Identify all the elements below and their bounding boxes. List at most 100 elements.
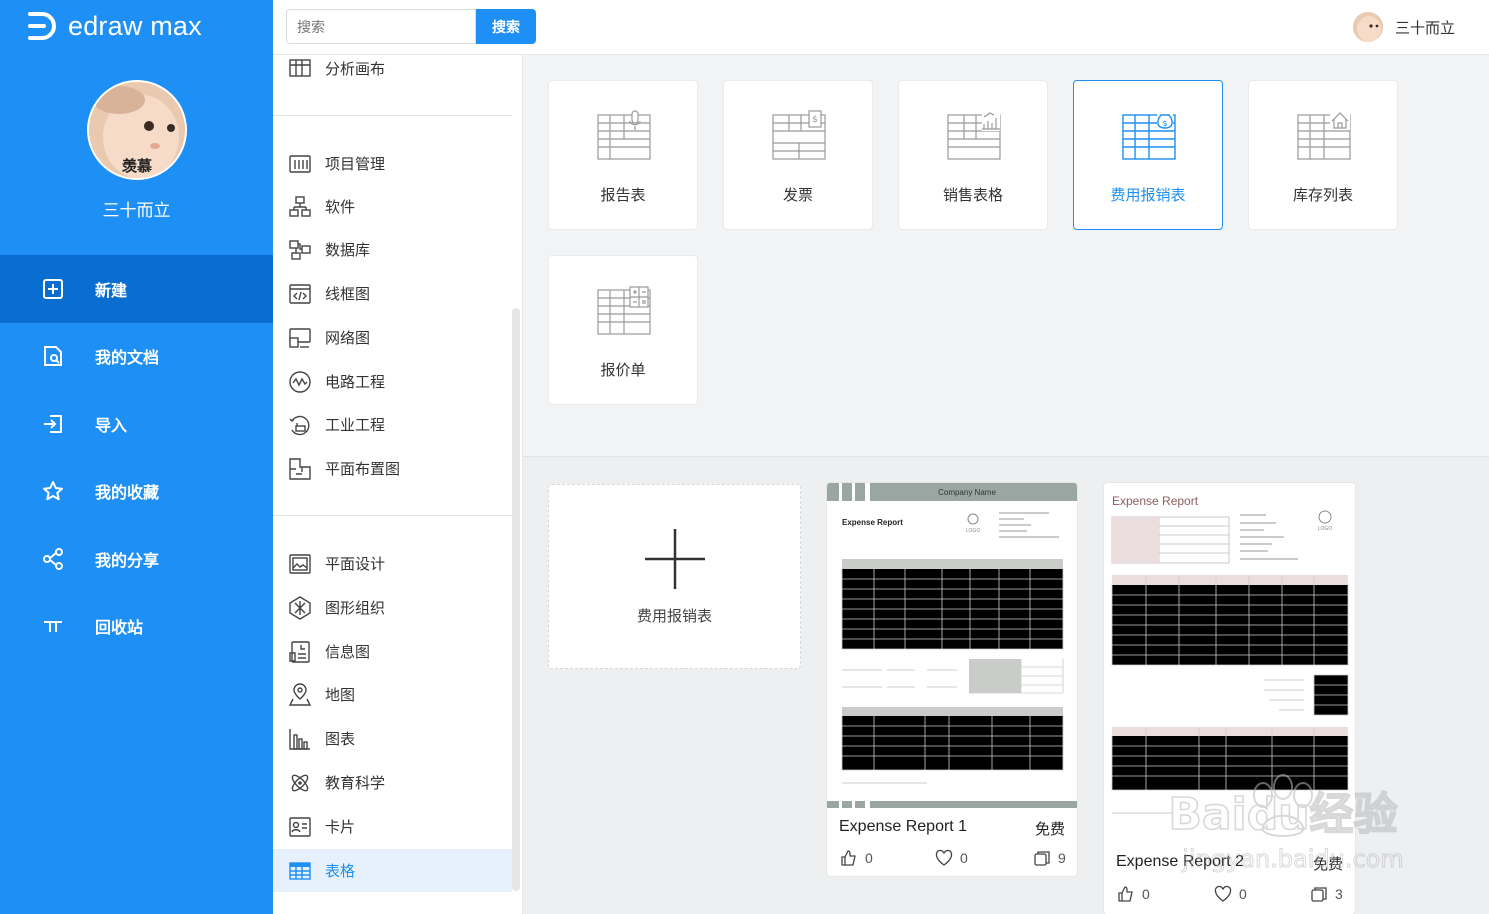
document-card-expense-report-1[interactable]: Company Name Expense Report LOGO Expense… <box>826 482 1078 877</box>
favorite-count[interactable]: 0 <box>1214 885 1247 903</box>
like-count[interactable]: 0 <box>1117 885 1150 903</box>
category-item-project[interactable]: 项目管理 <box>273 142 512 185</box>
template-card-report[interactable]: 报告表 <box>548 80 698 230</box>
category-item-network[interactable]: 网络图 <box>273 316 512 359</box>
avatar-caption: 羡慕 <box>121 157 152 175</box>
sidebar-username: 三十而立 <box>102 201 171 221</box>
category-item-table[interactable]: 表格 <box>273 849 512 892</box>
category-item-map[interactable]: 地图 <box>273 673 512 716</box>
category-scrollbar[interactable] <box>512 308 520 891</box>
category-panel: 分析画布 项目管理 软件 数据库 线框图 网络图 电路工程 工业工程 平面布置图… <box>273 55 523 914</box>
template-label: 报告表 <box>600 186 646 204</box>
map-icon <box>288 682 312 706</box>
nav-item-new[interactable]: 新建 <box>0 255 273 323</box>
template-card-invoice[interactable]: $ 发票 <box>723 80 873 230</box>
document-card-expense-report-2[interactable]: Expense Report LOGO Expense Report 2 免费 … <box>1103 482 1356 914</box>
edraw-logo-icon <box>28 12 56 40</box>
report-table-icon <box>597 110 651 160</box>
floorplan-icon <box>289 457 311 480</box>
like-count[interactable]: 0 <box>840 849 873 867</box>
avatar[interactable]: 羡慕 <box>87 80 187 180</box>
nav-item-label: 我的文档 <box>95 348 160 368</box>
main-nav: 新建 我的文档 导入 我的收藏 我的分享 回收站 <box>0 255 273 660</box>
favorite-count-value: 0 <box>960 850 968 866</box>
template-label: 费用报销表 <box>1110 186 1186 204</box>
nav-item-favorites[interactable]: 我的收藏 <box>0 458 273 526</box>
logo-text: edraw max <box>68 10 202 41</box>
template-card-inventory[interactable]: 库存列表 <box>1248 80 1398 230</box>
category-item-infographic[interactable]: 信息图 <box>273 630 512 673</box>
category-item-graphic-design[interactable]: 平面设计 <box>273 542 512 585</box>
svg-text:$: $ <box>1162 119 1167 128</box>
template-card-expense[interactable]: $ 费用报销表 <box>1073 80 1223 230</box>
copy-icon <box>1034 851 1050 866</box>
category-item-graphic-organizer[interactable]: 图形组织 <box>273 586 512 629</box>
thumbs-up-icon <box>1118 886 1133 902</box>
nav-item-my-documents[interactable]: 我的文档 <box>0 323 273 391</box>
thumbnail-image: Expense Report LOGO <box>1111 494 1349 814</box>
search-input[interactable] <box>286 9 476 44</box>
circuit-icon <box>289 370 311 393</box>
project-icon <box>289 154 311 173</box>
category-item-industrial[interactable]: 工业工程 <box>273 403 512 446</box>
nav-item-trash[interactable]: 回收站 <box>0 593 273 661</box>
copy-count-value: 3 <box>1335 886 1343 902</box>
category-label: 数据库 <box>325 241 371 259</box>
category-item-chart[interactable]: 图表 <box>273 717 512 760</box>
canvas-icon <box>289 58 311 77</box>
nav-item-label: 新建 <box>95 280 128 300</box>
template-card-quotation[interactable]: 报价单 <box>548 255 698 405</box>
copy-count[interactable]: 9 <box>1033 849 1066 867</box>
nav-item-shares[interactable]: 我的分享 <box>0 525 273 593</box>
nav-item-label: 我的分享 <box>95 550 160 570</box>
software-icon <box>289 195 311 217</box>
template-card-sales[interactable]: 销售表格 <box>898 80 1048 230</box>
trash-icon <box>44 621 62 633</box>
inventory-icon <box>1297 110 1351 160</box>
template-label: 报价单 <box>600 361 646 379</box>
new-card-label: 费用报销表 <box>636 607 712 625</box>
chart-icon <box>289 728 310 750</box>
sales-table-icon <box>947 111 1001 160</box>
graphic-design-icon <box>289 553 311 574</box>
category-label: 地图 <box>325 686 356 704</box>
infographic-icon <box>289 640 310 663</box>
category-item-database[interactable]: 数据库 <box>273 228 512 271</box>
thumb-logo: LOGO <box>1318 526 1333 532</box>
thumb-heading: Expense Report <box>842 518 903 527</box>
heart-icon <box>935 849 953 866</box>
category-item-circuit[interactable]: 电路工程 <box>273 360 512 403</box>
avatar-image <box>1352 12 1383 42</box>
favorite-count[interactable]: 0 <box>935 849 968 867</box>
share-icon <box>43 547 63 570</box>
like-count-value: 0 <box>1142 886 1150 902</box>
category-label: 图形组织 <box>325 599 386 617</box>
user-menu[interactable]: 三十而立 <box>1352 12 1455 42</box>
category-item-science[interactable]: 教育科学 <box>273 761 512 804</box>
copy-count[interactable]: 3 <box>1310 885 1343 903</box>
category-item-wireframe[interactable]: 线框图 <box>273 272 512 315</box>
avatar <box>1352 12 1383 42</box>
category-label: 线框图 <box>325 285 371 303</box>
category-item-floorplan[interactable]: 平面布置图 <box>273 447 512 490</box>
category-label: 分析画布 <box>325 60 386 78</box>
search-button[interactable]: 搜索 <box>476 9 536 44</box>
category-item-canvas[interactable]: 分析画布 <box>273 55 512 90</box>
category-label: 平面设计 <box>325 555 386 573</box>
divider <box>273 515 512 516</box>
category-item-card[interactable]: 卡片 <box>273 805 512 848</box>
category-item-software[interactable]: 软件 <box>273 185 512 228</box>
top-bar: 搜索 三十而立 <box>273 0 1489 55</box>
nav-item-label: 回收站 <box>95 618 144 638</box>
plus-icon <box>645 529 705 589</box>
document-title: Expense Report 1 <box>839 818 968 835</box>
app-logo[interactable]: edraw max <box>26 9 202 43</box>
documents-icon <box>44 346 62 367</box>
category-label: 软件 <box>325 198 356 216</box>
category-label: 图表 <box>325 730 356 748</box>
new-blank-card[interactable]: 费用报销表 <box>548 484 801 669</box>
thumb-company: Company Name <box>938 488 996 497</box>
category-label: 卡片 <box>325 818 356 836</box>
nav-item-import[interactable]: 导入 <box>0 390 273 458</box>
template-thumbnail: Expense Report LOGO <box>1104 483 1355 843</box>
